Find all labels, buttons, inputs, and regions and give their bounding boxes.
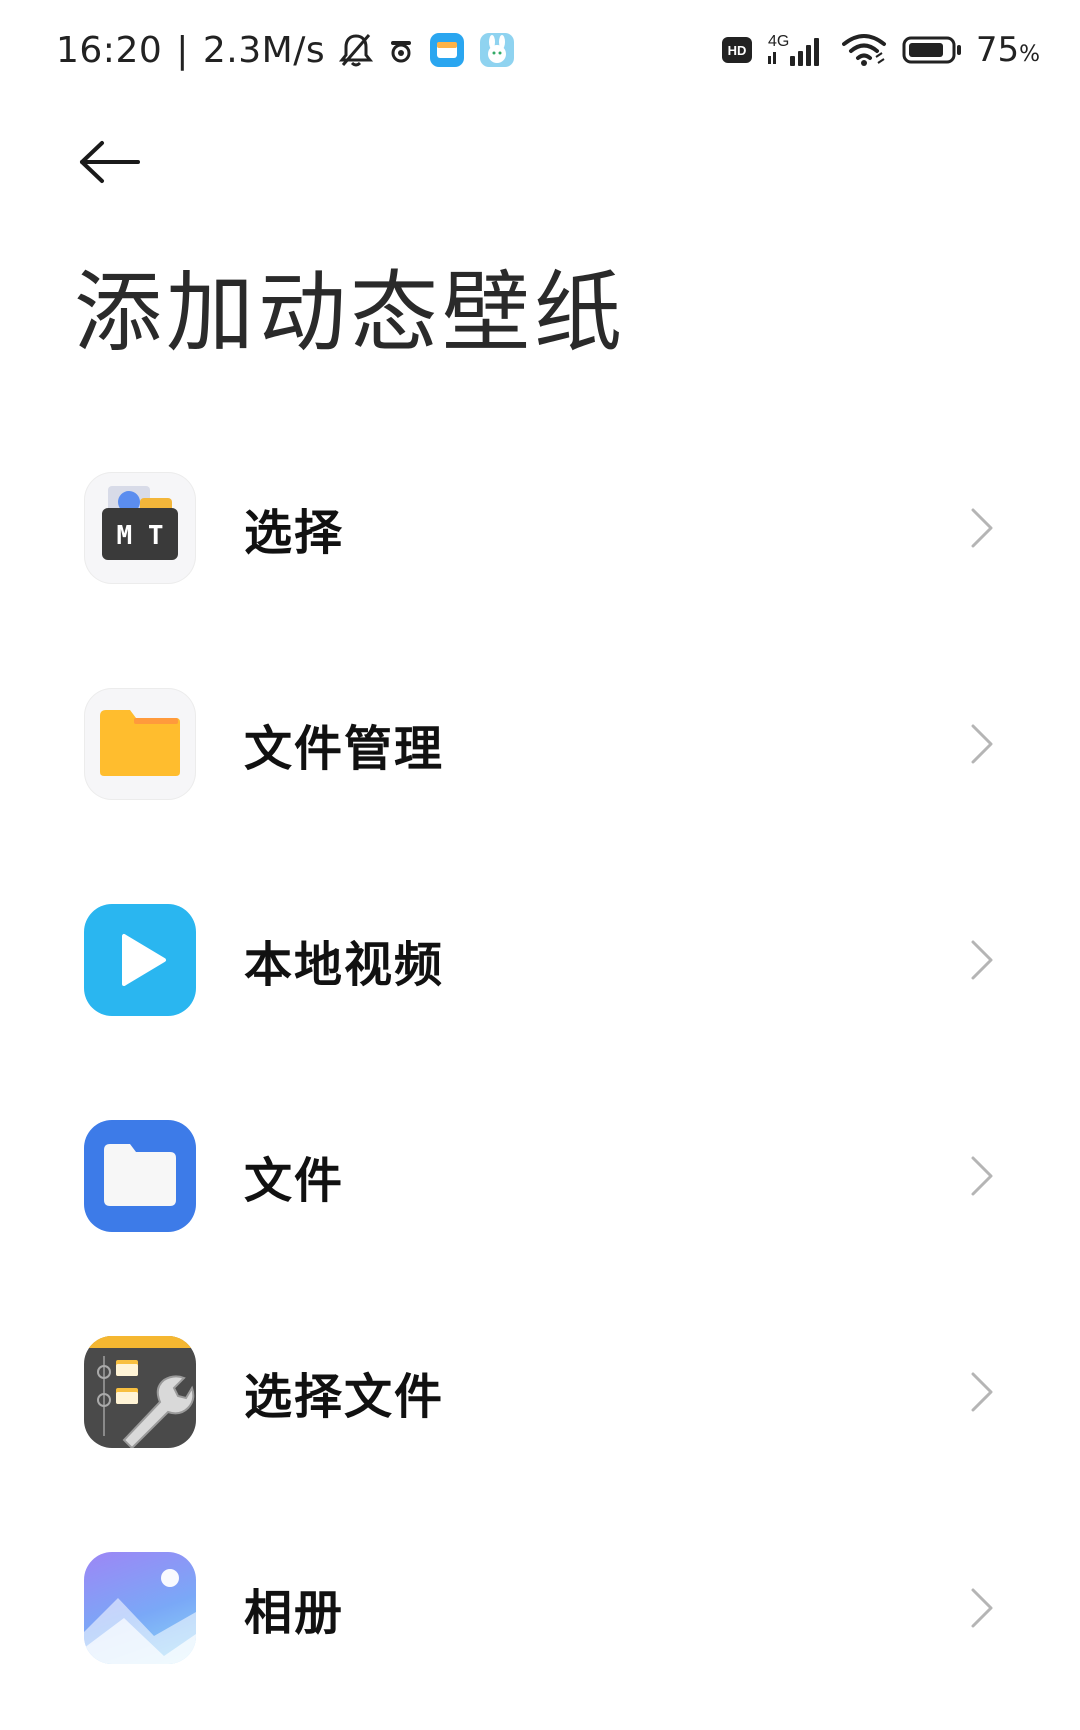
signal-icon: 4G (766, 32, 828, 68)
app-notification-icon (387, 36, 415, 64)
wifi-icon (841, 33, 888, 67)
app-label: 文件管理 (244, 721, 445, 777)
list-item-file-manager[interactable]: 文件管理 (0, 636, 1080, 852)
chevron-right-icon (962, 714, 1002, 774)
list-item-gallery[interactable]: 相册 (0, 1500, 1080, 1716)
file-manager-folder-icon (84, 688, 196, 800)
hd-icon: HD (721, 37, 752, 63)
chevron-right-icon (962, 930, 1002, 990)
status-time: 16:20 (56, 29, 163, 71)
status-left: 16:20 | 2.3M/s (56, 22, 515, 78)
hd-label: HD (727, 43, 746, 58)
list-item-select[interactable]: M T 选择 (0, 420, 1080, 636)
app-label: 文件 (244, 1153, 345, 1209)
bell-off-icon (339, 32, 374, 68)
status-separator: | (176, 29, 189, 71)
chevron-right-icon (962, 1146, 1002, 1206)
files-folder-icon (84, 1120, 196, 1232)
list-item-select-file[interactable]: 选择文件 (0, 1284, 1080, 1500)
battery-percent: 75% (976, 30, 1040, 70)
app-label: 选择 (244, 505, 345, 561)
app-label: 选择文件 (244, 1369, 445, 1425)
back-button[interactable] (70, 122, 150, 202)
bunny-app-icon (479, 32, 515, 68)
chevron-right-icon (962, 1362, 1002, 1422)
chevron-right-icon (962, 1578, 1002, 1638)
app-label: 相册 (244, 1585, 345, 1641)
page-title: 添加动态壁纸 (74, 261, 627, 364)
list-item-files[interactable]: 文件 (0, 1068, 1080, 1284)
video-play-icon (84, 904, 196, 1016)
gallery-mountain-icon (84, 1552, 196, 1664)
status-right: HD 4G 75% (721, 22, 1040, 78)
app-label: 本地视频 (244, 937, 445, 993)
file-tools-wrench-icon (84, 1336, 196, 1448)
status-bar: 16:20 | 2.3M/s HD 4G 75% (0, 0, 1080, 100)
back-arrow-icon (80, 141, 140, 183)
mt-manager-icon: M T (84, 472, 196, 584)
app-list: M T 选择 文件管理 本地视频 文件 选择文件 相册 (0, 420, 1080, 1716)
battery-percent-value: 75 (975, 30, 1020, 70)
list-item-local-video[interactable]: 本地视频 (0, 852, 1080, 1068)
network-type: 4G (768, 33, 789, 50)
battery-icon (902, 35, 962, 65)
wallet-app-icon (429, 32, 465, 68)
battery-percent-sign: % (1019, 42, 1040, 67)
network-speed: 2.3M/s (202, 29, 326, 71)
svg-text:M T: M T (117, 521, 164, 551)
chevron-right-icon (962, 498, 1002, 558)
